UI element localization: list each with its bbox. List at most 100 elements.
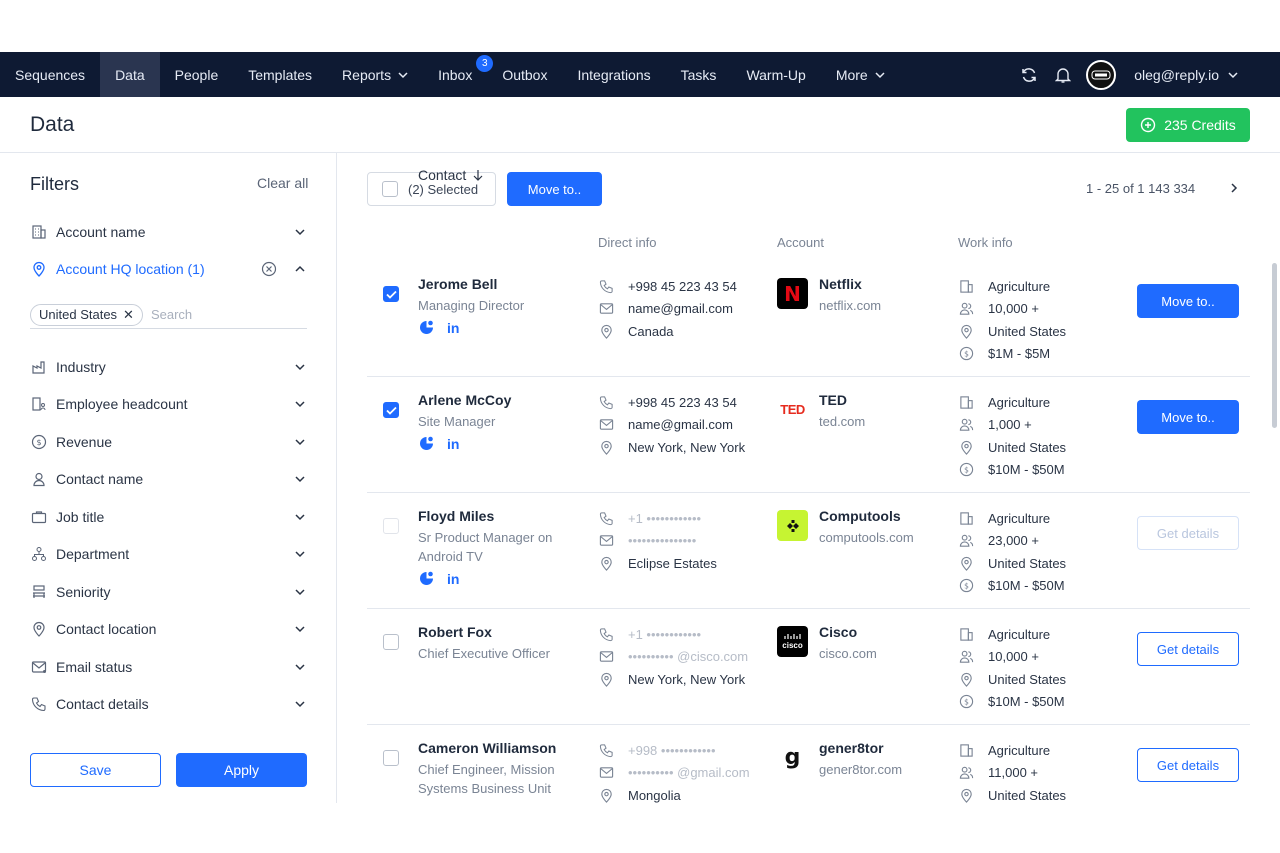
email-address[interactable]: name@gmail.com [628, 417, 733, 432]
contact-cell: Cameron Williamson Chief Engineer, Missi… [418, 739, 583, 798]
move-to-button[interactable]: Move to.. [1137, 284, 1239, 318]
nav-warmup[interactable]: Warm-Up [731, 52, 820, 97]
filter-account-hq-location[interactable]: Account HQ location (1) [30, 258, 307, 280]
get-details-button[interactable]: Get details [1137, 516, 1239, 550]
account-name[interactable]: Cisco [819, 623, 877, 641]
row-checkbox[interactable] [383, 634, 399, 650]
row-checkbox[interactable] [383, 750, 399, 766]
social-links: in [418, 570, 583, 587]
vertical-scrollbar[interactable] [1272, 263, 1277, 428]
svg-text:$: $ [964, 582, 969, 591]
contact-name[interactable]: Cameron Williamson [418, 739, 583, 757]
filter-seniority[interactable]: Seniority [30, 581, 307, 603]
svg-text:$: $ [36, 438, 41, 447]
column-account: Account [777, 235, 824, 250]
linkedin-icon[interactable]: in [447, 436, 459, 452]
close-icon[interactable]: ✕ [123, 307, 134, 323]
filter-job-title[interactable]: Job title [30, 506, 307, 528]
chevron-right-icon[interactable] [1227, 181, 1241, 195]
avatar[interactable] [1086, 59, 1117, 90]
account-name[interactable]: gener8tor [819, 739, 902, 757]
account-name[interactable]: Computools [819, 507, 914, 525]
table-row[interactable]: Jerome Bell Managing Director in +998 45… [367, 261, 1250, 377]
nav-integrations[interactable]: Integrations [562, 52, 665, 97]
reply-logo-icon[interactable] [418, 570, 435, 587]
chevron-down-icon [295, 551, 305, 558]
get-details-button[interactable]: Get details [1137, 748, 1239, 782]
filter-account-name[interactable]: Account name [30, 221, 307, 243]
location-pin-icon [598, 671, 614, 687]
nav-inbox[interactable]: Inbox 3 [423, 52, 494, 97]
table-row[interactable]: Floyd Miles Sr Product Manager on Androi… [367, 493, 1250, 609]
filter-contact-location[interactable]: Contact location [30, 618, 307, 640]
contact-name[interactable]: Arlene McCoy [418, 391, 583, 409]
linkedin-icon[interactable]: in [447, 571, 459, 587]
social-links: in [418, 319, 583, 336]
table-row[interactable]: Robert Fox Chief Executive Officer +1 ••… [367, 609, 1250, 725]
location-pin-icon [30, 620, 48, 638]
user-menu[interactable]: oleg@reply.io [1124, 67, 1280, 83]
get-details-button[interactable]: Get details [1137, 632, 1239, 666]
filter-department[interactable]: Department [30, 543, 307, 565]
filter-employee-headcount[interactable]: Employee headcount [30, 393, 307, 415]
building-icon [958, 742, 974, 758]
row-checkbox[interactable] [383, 286, 399, 302]
reply-logo-icon[interactable] [418, 435, 435, 452]
phone-number[interactable]: +998 45 223 43 54 [628, 279, 737, 294]
row-checkbox[interactable] [383, 518, 399, 534]
arrow-down-icon [473, 170, 483, 181]
location-filter-input[interactable]: United States ✕ Search [30, 301, 307, 329]
search-placeholder[interactable]: Search [151, 307, 192, 322]
nav-people[interactable]: People [160, 52, 234, 97]
contact-title: Chief Executive Officer [418, 646, 550, 661]
table-row[interactable]: Cameron Williamson Chief Engineer, Missi… [367, 725, 1250, 803]
select-all-checkbox[interactable] [382, 181, 398, 197]
filter-contact-details[interactable]: Contact details [30, 693, 307, 715]
clear-all-link[interactable]: Clear all [257, 175, 308, 191]
filter-email-status[interactable]: Email status [30, 656, 307, 678]
reply-logo-icon[interactable] [418, 319, 435, 336]
chevron-down-icon [295, 626, 305, 633]
contact-name[interactable]: Floyd Miles [418, 507, 583, 525]
move-to-button[interactable]: Move to.. [1137, 400, 1239, 434]
filter-label: Email status [56, 659, 133, 675]
account-name[interactable]: TED [819, 391, 865, 409]
nav-tasks[interactable]: Tasks [666, 52, 732, 97]
page-header: Data 235 Credits [0, 97, 1280, 153]
nav-more[interactable]: More [821, 52, 900, 97]
nav-sequences[interactable]: Sequences [0, 52, 100, 97]
clear-circle-icon[interactable] [261, 261, 277, 277]
account-site: computools.com [819, 530, 914, 545]
nav-outbox[interactable]: Outbox [487, 52, 562, 97]
account-name[interactable]: Netflix [819, 275, 881, 293]
apply-button[interactable]: Apply [176, 753, 307, 787]
phone-icon [598, 394, 614, 410]
nav-templates[interactable]: Templates [233, 52, 327, 97]
column-contact[interactable]: Contact [418, 167, 583, 183]
refresh-icon[interactable] [1012, 52, 1046, 97]
building-icon [958, 510, 974, 526]
filter-revenue[interactable]: $ Revenue [30, 431, 307, 453]
nav-data[interactable]: Data [100, 52, 160, 97]
phone-number-masked: +1 •••••••••••• [628, 510, 702, 526]
credits-button[interactable]: 235 Credits [1126, 108, 1250, 142]
location-pin-icon [958, 323, 974, 339]
filter-contact-name[interactable]: Contact name [30, 468, 307, 490]
building-icon [958, 626, 974, 642]
row-checkbox[interactable] [383, 402, 399, 418]
linkedin-icon[interactable]: in [447, 320, 459, 336]
direct-info-cell: +1 •••••••••••• •••••••••• @cisco.com Ne… [598, 623, 768, 691]
contact-name[interactable]: Robert Fox [418, 623, 583, 641]
headcount: 1,000 + [988, 417, 1032, 433]
work-info-cell: Agriculture 23,000 + United States $ $10M… [958, 507, 1128, 597]
filter-industry[interactable]: Industry [30, 356, 307, 378]
phone-number[interactable]: +998 45 223 43 54 [628, 395, 737, 410]
nav-reports[interactable]: Reports [327, 52, 423, 97]
save-button[interactable]: Save [30, 753, 161, 787]
location-pin-icon [598, 555, 614, 571]
contact-name[interactable]: Jerome Bell [418, 275, 583, 293]
bell-icon[interactable] [1046, 52, 1080, 97]
email-address[interactable]: name@gmail.com [628, 301, 733, 316]
table-row[interactable]: Arlene McCoy Site Manager in +998 45 223… [367, 377, 1250, 493]
direct-info-cell: +998 45 223 43 54 name@gmail.com Canada [598, 275, 768, 343]
